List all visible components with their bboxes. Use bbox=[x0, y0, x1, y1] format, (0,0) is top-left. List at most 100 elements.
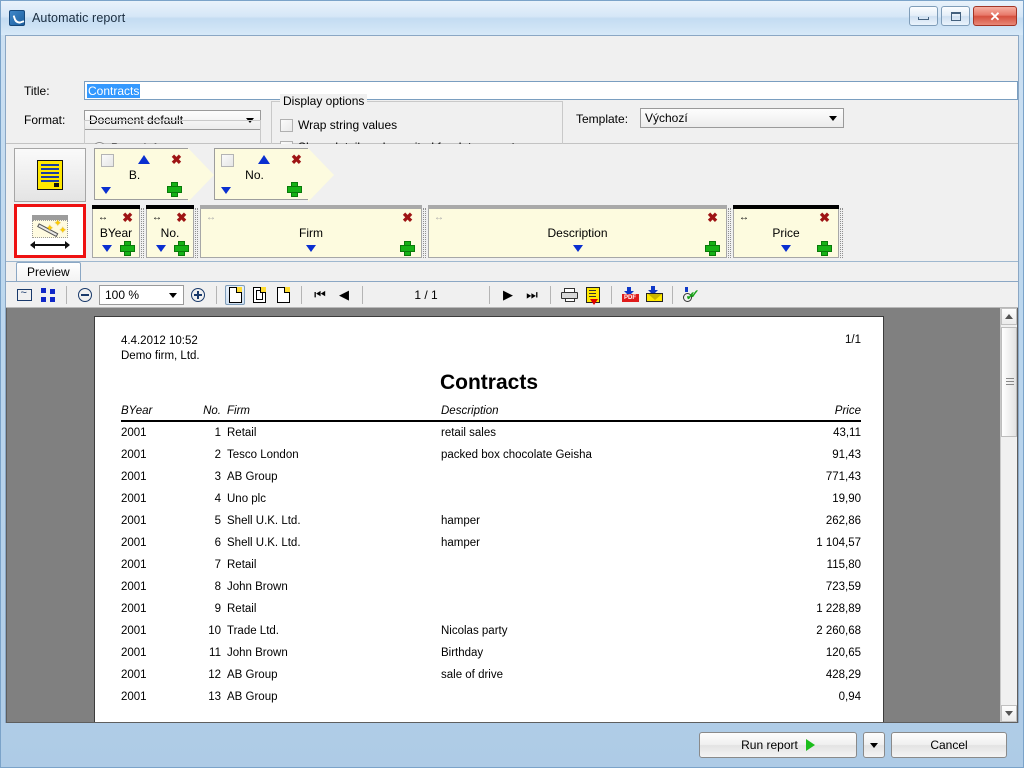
designer-left-tools: ✦ ✦ ✦ bbox=[14, 148, 86, 258]
cell-no: 1 bbox=[214, 427, 221, 439]
report-col-price: Price bbox=[771, 405, 861, 422]
scrollbar-thumb[interactable] bbox=[1001, 327, 1017, 437]
add-band-icon[interactable] bbox=[167, 182, 182, 197]
send-mail-icon[interactable] bbox=[644, 285, 664, 305]
checkbox-wrap-string-values[interactable]: Wrap string values bbox=[280, 118, 397, 132]
preview-vertical-scrollbar[interactable] bbox=[1000, 308, 1017, 722]
resize-icon[interactable]: ↔ bbox=[206, 213, 222, 223]
run-report-button[interactable]: Run report bbox=[699, 732, 857, 758]
resize-icon[interactable]: ↔ bbox=[434, 213, 450, 223]
add-column-icon[interactable] bbox=[400, 241, 415, 256]
next-page-icon[interactable]: ▶ bbox=[498, 285, 518, 305]
cell-byear: 2001 bbox=[121, 647, 147, 659]
remove-column-icon[interactable]: ✖ bbox=[707, 211, 718, 224]
column-separator[interactable] bbox=[840, 208, 843, 258]
cancel-button[interactable]: Cancel bbox=[891, 732, 1007, 758]
resize-icon[interactable]: ↔ bbox=[98, 213, 114, 223]
page-indicator: 1 / 1 bbox=[414, 287, 438, 302]
previous-page-icon[interactable]: ◀ bbox=[334, 285, 354, 305]
column-chip-no[interactable]: ↔ ✖ No. bbox=[146, 205, 194, 258]
column-options-icon[interactable] bbox=[781, 245, 791, 252]
sort-ascending-icon[interactable] bbox=[258, 155, 270, 164]
wand-icon: ✦ ✦ ✦ bbox=[30, 215, 70, 249]
cell-firm: Retail bbox=[227, 603, 257, 615]
column-chip-description[interactable]: ↔ ✖ Description bbox=[428, 205, 727, 258]
maximize-button[interactable] bbox=[941, 6, 970, 26]
export-pdf-icon[interactable]: PDF bbox=[620, 285, 640, 305]
add-column-icon[interactable] bbox=[120, 241, 135, 256]
cell-price: 120,65 bbox=[825, 647, 861, 659]
column-chip-firm[interactable]: ↔ ✖ Firm bbox=[200, 205, 422, 258]
band-no-checkbox[interactable] bbox=[221, 154, 234, 167]
band-options-icon[interactable] bbox=[101, 187, 111, 194]
resize-icon[interactable]: ↔ bbox=[739, 213, 755, 223]
cell-no: 11 bbox=[209, 647, 221, 659]
export-page-icon[interactable] bbox=[583, 285, 603, 305]
zoom-in-icon[interactable] bbox=[188, 285, 208, 305]
scrollbar-grip bbox=[1006, 378, 1014, 386]
column-options-icon[interactable] bbox=[156, 245, 166, 252]
report-table-row: 2001 6 Shell U.K. Ltd. hamper 1 104,57 bbox=[121, 532, 861, 554]
one-page-icon[interactable] bbox=[225, 284, 245, 305]
close-button[interactable]: ✕ bbox=[973, 6, 1017, 26]
scroll-up-button[interactable] bbox=[1001, 308, 1017, 325]
column-separator[interactable] bbox=[141, 208, 144, 258]
cell-description bbox=[441, 554, 771, 576]
remove-band-icon[interactable]: ✖ bbox=[291, 153, 302, 166]
two-page-icon[interactable] bbox=[249, 285, 269, 305]
band-no-label: No. bbox=[245, 168, 264, 182]
printer-icon[interactable] bbox=[559, 285, 579, 305]
cell-description: sale of drive bbox=[441, 669, 504, 681]
zoom-out-icon[interactable] bbox=[75, 285, 95, 305]
continuous-page-icon[interactable] bbox=[273, 285, 293, 305]
minimize-icon bbox=[918, 17, 929, 20]
column-options-icon[interactable] bbox=[102, 245, 112, 252]
remove-column-icon[interactable]: ✖ bbox=[819, 211, 830, 224]
template-select[interactable]: Výchozí bbox=[640, 108, 844, 128]
auto-width-wizard-tool[interactable]: ✦ ✦ ✦ bbox=[14, 204, 86, 258]
zoom-select[interactable]: 100 % bbox=[99, 284, 184, 305]
scroll-down-button[interactable] bbox=[1001, 705, 1017, 722]
sort-ascending-icon[interactable] bbox=[138, 155, 150, 164]
band-chip-no[interactable]: ✖ No. bbox=[214, 148, 335, 202]
play-icon bbox=[805, 739, 815, 751]
add-band-icon[interactable] bbox=[287, 182, 302, 197]
remove-column-icon[interactable]: ✖ bbox=[122, 211, 133, 224]
last-page-icon[interactable]: ⏭ bbox=[522, 285, 542, 305]
minimize-button[interactable] bbox=[909, 6, 938, 26]
column-chip-price[interactable]: ↔ ✖ Price bbox=[733, 205, 839, 258]
tab-preview[interactable]: Preview bbox=[16, 262, 81, 281]
report-layout-tool[interactable] bbox=[14, 148, 86, 202]
band-chip-b[interactable]: ✖ B. bbox=[94, 148, 215, 202]
report-col-byear: BYear bbox=[121, 405, 183, 422]
cell-byear: 2001 bbox=[121, 427, 147, 439]
first-page-icon[interactable]: ⏮ bbox=[310, 285, 330, 305]
cell-description: hamper bbox=[441, 515, 480, 527]
template-select-value: Výchozí bbox=[645, 111, 688, 125]
fit-page-icon[interactable] bbox=[14, 285, 34, 305]
column-separator[interactable] bbox=[423, 208, 426, 258]
column-options-icon[interactable] bbox=[306, 245, 316, 252]
title-input[interactable]: Contracts bbox=[84, 81, 1018, 100]
add-column-icon[interactable] bbox=[705, 241, 720, 256]
report-table-row: 2001 3 AB Group 771,43 bbox=[121, 466, 861, 488]
column-separator[interactable] bbox=[195, 208, 198, 258]
add-column-icon[interactable] bbox=[817, 241, 832, 256]
toolbar-separator bbox=[301, 285, 302, 304]
checkbox-wrap-string-values-label: Wrap string values bbox=[298, 118, 398, 132]
column-chip-byear[interactable]: ↔ ✖ BYear bbox=[92, 205, 140, 258]
report-page-header-left: 4.4.2012 10:52 Demo firm, Ltd. bbox=[121, 334, 200, 364]
band-b-checkbox[interactable] bbox=[101, 154, 114, 167]
remove-column-icon[interactable]: ✖ bbox=[402, 211, 413, 224]
remove-band-icon[interactable]: ✖ bbox=[171, 153, 182, 166]
thumbnails-icon[interactable] bbox=[38, 285, 58, 305]
preview-canvas[interactable]: 4.4.2012 10:52 Demo firm, Ltd. 1/1 Contr… bbox=[6, 308, 1018, 723]
band-options-icon[interactable] bbox=[221, 187, 231, 194]
schedule-check-icon[interactable]: ✓ ✓ bbox=[681, 285, 701, 305]
column-options-icon[interactable] bbox=[572, 245, 583, 252]
add-column-icon[interactable] bbox=[174, 241, 189, 256]
column-separator[interactable] bbox=[728, 208, 731, 258]
run-report-dropdown-button[interactable] bbox=[863, 732, 885, 758]
remove-column-icon[interactable]: ✖ bbox=[176, 211, 187, 224]
resize-icon[interactable]: ↔ bbox=[152, 213, 168, 223]
